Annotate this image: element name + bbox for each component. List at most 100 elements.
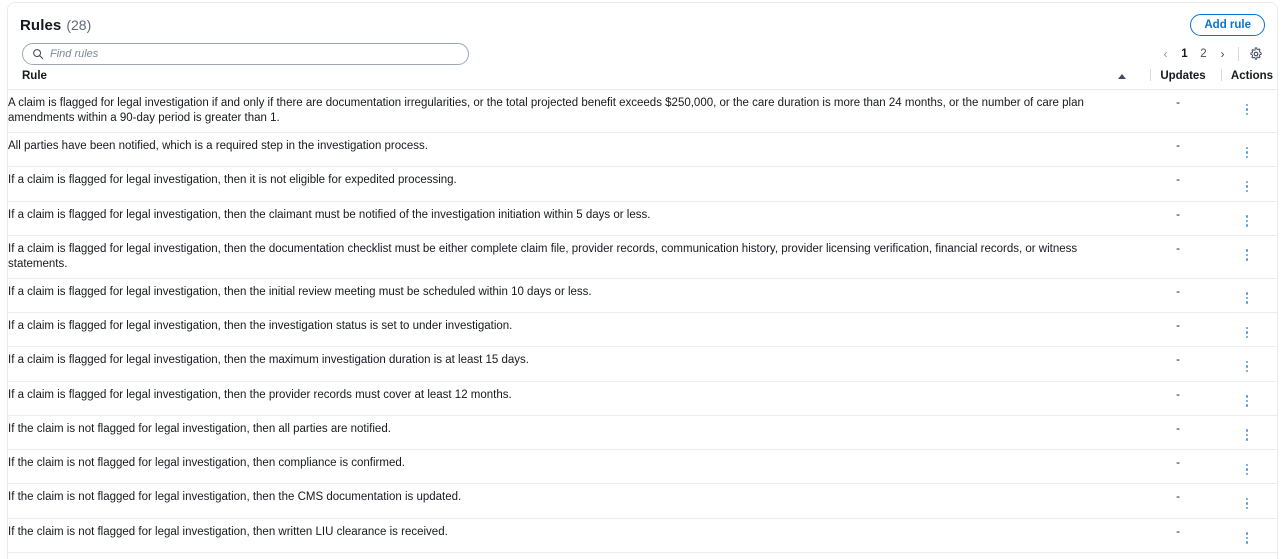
rule-updates-value: - (1140, 518, 1216, 552)
rule-sort-spacer (1104, 278, 1140, 312)
rule-sort-spacer (1104, 133, 1140, 167)
rule-updates-value: - (1140, 381, 1216, 415)
table-row[interactable]: If the claim is not flagged for legal in… (8, 415, 1278, 449)
rule-text: If a claim is flagged for legal investig… (8, 278, 1104, 312)
rule-updates-value: - (1140, 552, 1216, 559)
table-row[interactable]: If the claim is not flagged for legal in… (8, 450, 1278, 484)
row-actions-menu-icon[interactable] (1239, 461, 1255, 477)
column-header-rule[interactable]: Rule (8, 69, 1104, 90)
rule-actions-cell (1216, 415, 1278, 449)
rule-text: A claim is flagged for legal investigati… (8, 90, 1104, 133)
search-box[interactable] (22, 43, 469, 65)
search-input[interactable] (50, 48, 459, 60)
rule-updates-value: - (1140, 450, 1216, 484)
column-header-updates-label: Updates (1160, 70, 1205, 82)
rules-page: Rules (28) Add rule ‹ 1 2 › (0, 0, 1287, 559)
table-row[interactable]: If a claim is flagged for legal investig… (8, 278, 1278, 312)
rule-updates-value: - (1140, 235, 1216, 278)
row-actions-menu-icon[interactable] (1239, 247, 1255, 263)
rule-text: If the claim processing status is "other… (8, 552, 1104, 559)
add-rule-button[interactable]: Add rule (1190, 14, 1265, 36)
rule-text: If a claim is flagged for legal investig… (8, 347, 1104, 381)
rule-updates-value: - (1140, 278, 1216, 312)
rule-updates-value: - (1140, 347, 1216, 381)
rule-text: If a claim is flagged for legal investig… (8, 201, 1104, 235)
rule-updates-value: - (1140, 201, 1216, 235)
table-row[interactable]: If a claim is flagged for legal investig… (8, 201, 1278, 235)
table-row[interactable]: If a claim is flagged for legal investig… (8, 167, 1278, 201)
column-sort-indicator[interactable] (1104, 69, 1140, 90)
rule-text: If a claim is flagged for legal investig… (8, 167, 1104, 201)
header-divider (1221, 69, 1222, 81)
rule-updates-value: - (1140, 415, 1216, 449)
rule-sort-spacer (1104, 552, 1140, 559)
pagination-page-2[interactable]: 2 (1194, 44, 1213, 64)
table-row[interactable]: If a claim is flagged for legal investig… (8, 235, 1278, 278)
table-row[interactable]: If the claim is not flagged for legal in… (8, 484, 1278, 518)
rule-sort-spacer (1104, 313, 1140, 347)
rules-panel: Rules (28) Add rule ‹ 1 2 › (7, 2, 1278, 559)
rule-actions-cell (1216, 167, 1278, 201)
rule-sort-spacer (1104, 347, 1140, 381)
row-actions-menu-icon[interactable] (1239, 213, 1255, 229)
table-row[interactable]: If the claim processing status is "other… (8, 552, 1278, 559)
rule-sort-spacer (1104, 415, 1140, 449)
rule-sort-spacer (1104, 381, 1140, 415)
rule-text: If the claim is not flagged for legal in… (8, 415, 1104, 449)
row-actions-menu-icon[interactable] (1239, 530, 1255, 546)
rule-actions-cell (1216, 133, 1278, 167)
rule-text: If a claim is flagged for legal investig… (8, 381, 1104, 415)
rule-actions-cell (1216, 201, 1278, 235)
page-title: Rules (20, 17, 61, 34)
pagination-prev-button[interactable]: ‹ (1156, 44, 1175, 64)
rule-actions-cell (1216, 278, 1278, 312)
rule-text: If a claim is flagged for legal investig… (8, 313, 1104, 347)
pagination-divider (1238, 47, 1239, 61)
rule-actions-cell (1216, 347, 1278, 381)
rule-updates-value: - (1140, 313, 1216, 347)
gear-icon (1249, 47, 1263, 61)
column-header-actions-label: Actions (1231, 70, 1273, 82)
row-actions-menu-icon[interactable] (1239, 496, 1255, 512)
rule-actions-cell (1216, 381, 1278, 415)
column-header-updates: Updates (1140, 69, 1216, 90)
table-row[interactable]: If the claim is not flagged for legal in… (8, 518, 1278, 552)
rule-updates-value: - (1140, 167, 1216, 201)
pagination-next-button[interactable]: › (1213, 44, 1232, 64)
sort-ascending-icon (1118, 74, 1126, 79)
table-body: A claim is flagged for legal investigati… (8, 90, 1278, 559)
row-actions-menu-icon[interactable] (1239, 324, 1255, 340)
rule-actions-cell (1216, 518, 1278, 552)
rule-updates-value: - (1140, 484, 1216, 518)
rule-sort-spacer (1104, 484, 1140, 518)
rule-actions-cell (1216, 552, 1278, 559)
rule-sort-spacer (1104, 450, 1140, 484)
row-actions-menu-icon[interactable] (1239, 393, 1255, 409)
rule-actions-cell (1216, 235, 1278, 278)
rule-text: If the claim is not flagged for legal in… (8, 450, 1104, 484)
rule-sort-spacer (1104, 167, 1140, 201)
table-row[interactable]: A claim is flagged for legal investigati… (8, 90, 1278, 133)
rule-actions-cell (1216, 313, 1278, 347)
row-actions-menu-icon[interactable] (1239, 179, 1255, 195)
rule-text: If the claim is not flagged for legal in… (8, 518, 1104, 552)
settings-gear-button[interactable] (1247, 45, 1265, 63)
rule-sort-spacer (1104, 518, 1140, 552)
search-icon (32, 48, 44, 60)
row-actions-menu-icon[interactable] (1239, 359, 1255, 375)
row-actions-menu-icon[interactable] (1239, 101, 1255, 117)
table-row[interactable]: If a claim is flagged for legal investig… (8, 381, 1278, 415)
table-row[interactable]: All parties have been notified, which is… (8, 133, 1278, 167)
table-row[interactable]: If a claim is flagged for legal investig… (8, 313, 1278, 347)
rule-sort-spacer (1104, 90, 1140, 133)
row-actions-menu-icon[interactable] (1239, 427, 1255, 443)
column-header-actions: Actions (1216, 69, 1278, 90)
rule-actions-cell (1216, 90, 1278, 133)
table-header-row: Rule Updates Actions (8, 69, 1278, 90)
rule-actions-cell (1216, 450, 1278, 484)
pagination-page-1[interactable]: 1 (1175, 44, 1194, 64)
table-row[interactable]: If a claim is flagged for legal investig… (8, 347, 1278, 381)
row-actions-menu-icon[interactable] (1239, 144, 1255, 160)
rule-actions-cell (1216, 484, 1278, 518)
row-actions-menu-icon[interactable] (1239, 290, 1255, 306)
